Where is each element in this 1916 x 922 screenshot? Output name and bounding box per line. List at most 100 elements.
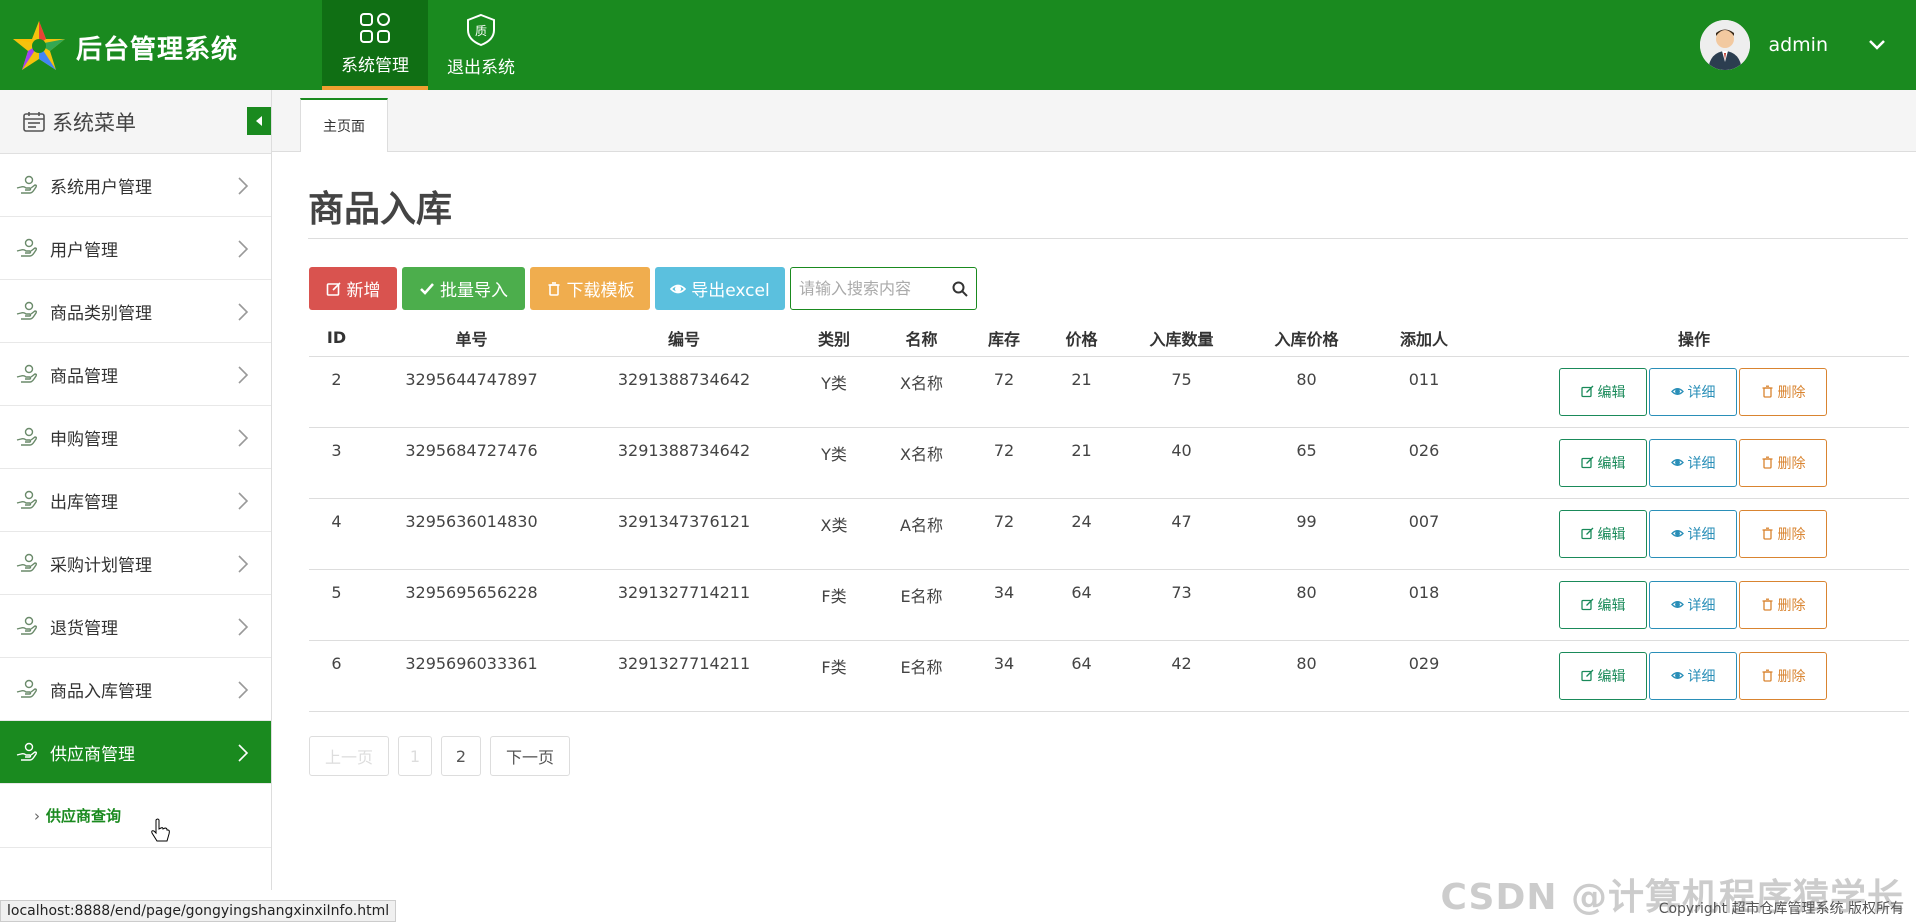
table-cell: 4 [309, 498, 364, 570]
edit-button[interactable]: 编辑 [1559, 651, 1647, 700]
table-cell: X名称 [879, 427, 964, 499]
table-cell: Y类 [789, 356, 879, 428]
sidebar-item-label: 系统用户管理 [50, 177, 152, 198]
add-label: 新增 [346, 281, 381, 301]
table-header-row: ID 单号 编号 类别 名称 库存 价格 入库数量 入库价格 添加人 操作 [309, 320, 1909, 357]
batch-import-button[interactable]: 批量导入 [402, 267, 525, 310]
edit-icon [1580, 669, 1593, 682]
search-icon[interactable] [952, 281, 968, 297]
column-header: 类别 [789, 320, 879, 357]
detail-button[interactable]: 详细 [1649, 509, 1737, 558]
sidebar-item[interactable]: 退货管理 [0, 595, 271, 658]
user-menu[interactable]: admin [1700, 20, 1886, 70]
table-cell: 65 [1244, 427, 1369, 499]
delete-button[interactable]: 删除 [1739, 367, 1827, 416]
hand-coin-icon [16, 553, 38, 572]
page-title: 商品入库 [308, 189, 453, 230]
sidebar-item-label: 商品类别管理 [50, 303, 152, 324]
chevron-right-icon [238, 555, 249, 573]
status-bar-url: localhost:8888/end/page/gongyingshangxin… [0, 900, 397, 922]
add-button[interactable]: 新增 [309, 267, 397, 310]
hand-coin-icon [16, 679, 38, 698]
table-cell: 42 [1119, 640, 1244, 712]
edit-label: 编辑 [1597, 384, 1626, 401]
chevron-right-icon [238, 618, 249, 636]
sidebar-item[interactable]: 出库管理 [0, 469, 271, 532]
delete-button[interactable]: 删除 [1739, 580, 1827, 629]
detail-button[interactable]: 详细 [1649, 651, 1737, 700]
sidebar-item-label: 用户管理 [50, 240, 118, 261]
sidebar-item[interactable]: 系统用户管理 [0, 154, 271, 217]
table-cell: A名称 [879, 498, 964, 570]
trash-icon [1762, 669, 1772, 682]
table-cell: 3295644747897 [364, 356, 579, 428]
page-1-button[interactable]: 1 [398, 736, 432, 776]
table-cell: 3291388734642 [579, 427, 789, 499]
delete-button[interactable]: 删除 [1739, 651, 1827, 700]
delete-button[interactable]: 删除 [1739, 509, 1827, 558]
table-cell: 5 [309, 569, 364, 641]
detail-label: 详细 [1687, 455, 1716, 472]
chevron-right-icon [238, 492, 249, 510]
table-cell: 72 [964, 356, 1044, 428]
sidebar-item[interactable]: 用户管理 [0, 217, 271, 280]
table-cell: 3291327714211 [579, 569, 789, 641]
edit-icon [1580, 456, 1593, 469]
detail-button[interactable]: 详细 [1649, 438, 1737, 487]
detail-button[interactable]: 详细 [1649, 580, 1737, 629]
top-nav: 系统管理 质 退出系统 [322, 0, 534, 90]
sidebar-item[interactable]: 商品入库管理 [0, 658, 271, 721]
hand-coin-icon [16, 364, 38, 383]
table-cell: 029 [1369, 640, 1479, 712]
table-row: 2 3295644747897 3291388734642 Y类 X名称 72 21 75 80… [309, 356, 1909, 428]
sidebar-item[interactable]: 供应商管理 [0, 721, 271, 784]
edit-icon [1580, 385, 1593, 398]
data-table: ID 单号 编号 类别 名称 库存 价格 入库数量 入库价格 添加人 操作 2 32956447478… [309, 320, 1909, 712]
table-cell: 007 [1369, 498, 1479, 570]
tab-home[interactable]: 主页面 [300, 98, 388, 152]
submenu-item-supplier-query[interactable]: › 供应商查询 [0, 784, 271, 848]
collapse-sidebar-button[interactable] [247, 107, 271, 135]
edit-button[interactable]: 编辑 [1559, 509, 1647, 558]
chevron-right-icon [238, 303, 249, 321]
tab-bar: 主页面 [272, 90, 1916, 152]
nav-system-management[interactable]: 系统管理 [322, 0, 428, 90]
table-cell: 2 [309, 356, 364, 428]
calendar-menu-icon [23, 111, 45, 132]
table-cell: 64 [1044, 640, 1119, 712]
nav-exit-system[interactable]: 质 退出系统 [428, 0, 534, 90]
next-page-button[interactable]: 下一页 [490, 736, 570, 776]
template-label: 下载模板 [566, 281, 635, 301]
edit-label: 编辑 [1597, 455, 1626, 472]
download-template-button[interactable]: 下载模板 [530, 267, 650, 310]
chevron-down-icon[interactable] [1868, 39, 1886, 51]
eye-icon [1670, 459, 1684, 466]
delete-button[interactable]: 删除 [1739, 438, 1827, 487]
edit-button[interactable]: 编辑 [1559, 580, 1647, 629]
sidebar-item[interactable]: 采购计划管理 [0, 532, 271, 595]
row-actions: 编辑 详细 删除 [1479, 640, 1909, 712]
chevron-right-icon [238, 681, 249, 699]
trash-icon [1762, 456, 1772, 469]
sidebar-item[interactable]: 商品管理 [0, 343, 271, 406]
edit-button[interactable]: 编辑 [1559, 438, 1647, 487]
caret-left-icon [256, 116, 262, 126]
search-input[interactable] [799, 279, 949, 298]
sidebar-item-label: 商品管理 [50, 366, 118, 387]
sidebar-item[interactable]: 申购管理 [0, 406, 271, 469]
table-row: 6 3295696033361 3291327714211 F类 E名称 34 64 42 80… [309, 640, 1909, 712]
table-cell: 018 [1369, 569, 1479, 641]
detail-button[interactable]: 详细 [1649, 367, 1737, 416]
edit-button[interactable]: 编辑 [1559, 367, 1647, 416]
page-2-button[interactable]: 2 [441, 736, 481, 776]
table-cell: 3295695656228 [364, 569, 579, 641]
delete-label: 删除 [1777, 384, 1806, 401]
trash-icon [1762, 598, 1772, 611]
table-row: 5 3295695656228 3291327714211 F类 E名称 34 64 73 80… [309, 569, 1909, 641]
export-excel-button[interactable]: 导出excel [655, 267, 785, 310]
table-cell: 3291347376121 [579, 498, 789, 570]
table-cell: X类 [789, 498, 879, 570]
sidebar-item[interactable]: 商品类别管理 [0, 280, 271, 343]
prev-page-button[interactable]: 上一页 [309, 736, 389, 776]
detail-label: 详细 [1687, 668, 1716, 685]
